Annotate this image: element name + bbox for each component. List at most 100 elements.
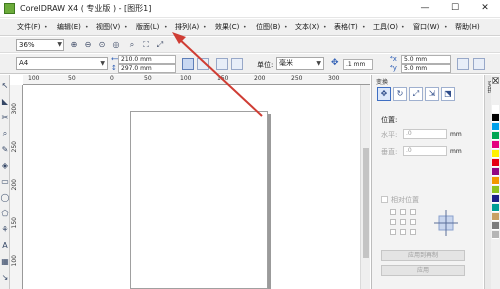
- menu-file[interactable]: 文件(F): [17, 22, 41, 32]
- zoom-page-icon[interactable]: ⌕: [126, 39, 138, 51]
- docker-title: 变换: [376, 79, 389, 86]
- zoom-tool-icon[interactable]: ⌕: [0, 127, 10, 140]
- anchor-top-left[interactable]: [390, 209, 396, 215]
- menu-text[interactable]: 文本(X): [295, 22, 319, 32]
- apply-button[interactable]: 应用: [381, 265, 465, 276]
- menu-arrange[interactable]: 排列(A): [175, 22, 199, 32]
- menu-layout[interactable]: 版面(L): [136, 22, 159, 32]
- color-swatch[interactable]: [492, 105, 499, 113]
- menu-tools[interactable]: 工具(O): [373, 22, 398, 32]
- relative-position-checkbox[interactable]: [381, 196, 388, 203]
- text-tool-icon[interactable]: A: [0, 239, 10, 252]
- scrollbar-thumb[interactable]: [363, 148, 369, 258]
- color-swatch[interactable]: [492, 123, 499, 131]
- menu-window[interactable]: 窗口(W): [413, 22, 439, 32]
- document-page[interactable]: [130, 111, 268, 289]
- restore-button[interactable]: ☐: [440, 0, 470, 18]
- ruler-tick: 100: [180, 75, 192, 82]
- anchor-bottom-center[interactable]: [400, 229, 406, 235]
- anchor-bottom-right[interactable]: [410, 229, 416, 235]
- ellipse-tool-icon[interactable]: ◯: [0, 191, 10, 204]
- vertical-scrollbar[interactable]: [360, 85, 370, 289]
- color-swatch[interactable]: [492, 114, 499, 122]
- page-width-field[interactable]: 210.0 mm: [118, 55, 176, 64]
- toolbox: ↖ ◣ ✂ ⌕ ✎ ◈ ▭ ◯ ⬠ ⚘ A ▦ ↘: [0, 75, 10, 289]
- horizontal-position-field[interactable]: .0: [403, 129, 447, 139]
- scale-tab-icon[interactable]: ⤢: [409, 87, 423, 101]
- color-swatch[interactable]: [492, 213, 499, 221]
- menu-bitmaps[interactable]: 位图(B): [256, 22, 280, 32]
- page-height-field[interactable]: 297.0 mm: [118, 64, 176, 73]
- no-color-swatch[interactable]: [492, 77, 499, 84]
- nudge-distance-field[interactable]: .1 mm: [343, 59, 373, 70]
- table-tool-icon[interactable]: ▦: [0, 255, 10, 268]
- rotate-tab-icon[interactable]: ↻: [393, 87, 407, 101]
- current-page-icon[interactable]: [231, 58, 243, 70]
- apply-to-duplicate-button[interactable]: 应用到再制: [381, 250, 465, 261]
- color-swatch[interactable]: [492, 195, 499, 203]
- duplicate-y-field[interactable]: 5.0 mm: [401, 64, 451, 73]
- color-swatch[interactable]: [492, 168, 499, 176]
- minimize-button[interactable]: —: [410, 0, 440, 18]
- ruler-tick: 50: [144, 75, 152, 82]
- duplicate-x-field[interactable]: 5.0 mm: [401, 55, 451, 64]
- menu-edit[interactable]: 编辑(E): [57, 22, 81, 32]
- position-tab-icon[interactable]: ✥: [377, 87, 391, 101]
- color-swatch[interactable]: [492, 132, 499, 140]
- size-tab-icon[interactable]: ⇲: [425, 87, 439, 101]
- color-swatch[interactable]: [492, 159, 499, 167]
- vertical-position-field[interactable]: .0: [403, 146, 447, 156]
- all-pages-icon[interactable]: [216, 58, 228, 70]
- basic-shapes-icon[interactable]: ⚘: [0, 223, 10, 236]
- menu-help[interactable]: 帮助(H): [455, 22, 480, 32]
- pick-tool-icon[interactable]: ↖: [0, 79, 10, 92]
- nudge-icon: ✥: [331, 58, 339, 68]
- landscape-icon[interactable]: [197, 58, 209, 70]
- menu-table[interactable]: 表格(T): [334, 22, 358, 32]
- ruler-tick: 200: [11, 179, 18, 191]
- anchor-middle-left[interactable]: [390, 219, 396, 225]
- color-palette: [491, 75, 500, 289]
- anchor-top-right[interactable]: [410, 209, 416, 215]
- horizontal-ruler: 100 50 0 50 100 150 200 250 300: [23, 75, 370, 85]
- color-swatch[interactable]: [492, 222, 499, 230]
- crop-tool-icon[interactable]: ✂: [0, 111, 10, 124]
- anchor-top-center[interactable]: [400, 209, 406, 215]
- color-swatch[interactable]: [492, 231, 499, 239]
- zoom-out-icon[interactable]: ⊖: [82, 39, 94, 51]
- menu-effects[interactable]: 效果(C): [215, 22, 239, 32]
- color-swatch[interactable]: [492, 186, 499, 194]
- units-select[interactable]: 毫米 ▼: [276, 57, 324, 70]
- menu-view[interactable]: 视图(V): [96, 22, 120, 32]
- skew-tab-icon[interactable]: ⬔: [441, 87, 455, 101]
- color-swatch[interactable]: [492, 150, 499, 158]
- transform-docker: 变换 ✥ ↻ ⤢ ⇲ ⬔ 位置: 水平: .0 mm 垂直: .0 mm 相对位…: [371, 75, 483, 289]
- polygon-tool-icon[interactable]: ⬠: [0, 207, 10, 220]
- anchor-middle-right[interactable]: [410, 219, 416, 225]
- zoom-selected-icon[interactable]: ⊙: [96, 39, 108, 51]
- page-options-icon[interactable]: [457, 58, 469, 70]
- shape-tool-icon[interactable]: ◣: [0, 95, 10, 108]
- units-value: 毫米: [279, 59, 293, 67]
- paper-size-select[interactable]: A4 ▼: [16, 57, 108, 70]
- color-swatch[interactable]: [492, 204, 499, 212]
- portrait-icon[interactable]: [182, 58, 194, 70]
- freehand-tool-icon[interactable]: ✎: [0, 143, 10, 156]
- rectangle-tool-icon[interactable]: ▭: [0, 175, 10, 188]
- color-swatch[interactable]: [492, 141, 499, 149]
- color-swatch[interactable]: [492, 177, 499, 185]
- horizontal-label: 水平:: [381, 131, 398, 139]
- dimension-tool-icon[interactable]: ↘: [0, 271, 10, 284]
- anchor-center[interactable]: [400, 219, 406, 225]
- close-button[interactable]: ✕: [470, 0, 500, 18]
- options-icon[interactable]: [473, 58, 485, 70]
- zoom-in-icon[interactable]: ⊕: [68, 39, 80, 51]
- anchor-bottom-left[interactable]: [390, 229, 396, 235]
- zoom-level-select[interactable]: 36% ▼: [16, 39, 64, 51]
- zoom-height-icon[interactable]: ⤢: [154, 39, 166, 51]
- smart-fill-icon[interactable]: ◈: [0, 159, 10, 172]
- ruler-tick: 100: [28, 75, 40, 82]
- zoom-all-icon[interactable]: ◎: [110, 39, 122, 51]
- horizontal-unit: mm: [450, 131, 462, 138]
- zoom-width-icon[interactable]: ⛶: [140, 39, 152, 51]
